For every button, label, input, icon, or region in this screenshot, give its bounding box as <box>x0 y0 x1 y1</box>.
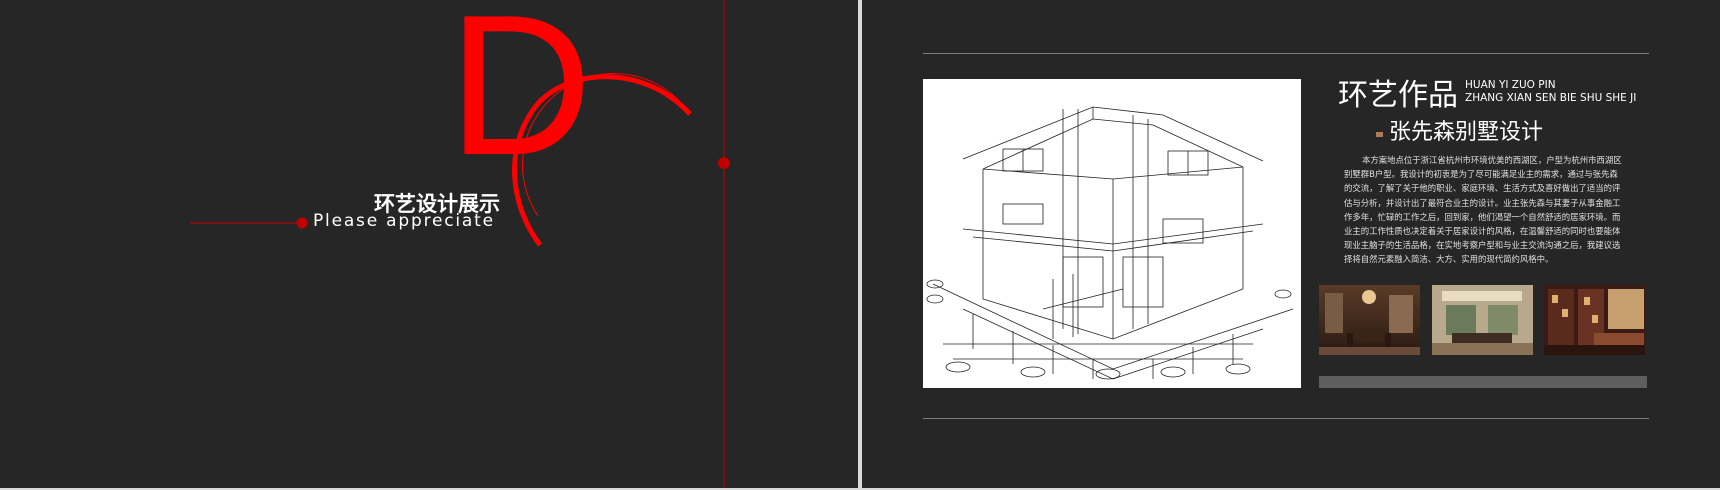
house-wireframe-image <box>923 79 1301 388</box>
thumb-living <box>1432 285 1533 355</box>
works-title-cn: 环艺作品 <box>1338 78 1458 113</box>
project-subtitle: 张先森别墅设计 <box>1389 120 1544 145</box>
caption-bar <box>1319 376 1647 388</box>
red-dot-right <box>718 157 730 169</box>
interior-dining-photo <box>1319 285 1420 355</box>
thumb-dining <box>1319 285 1420 355</box>
interior-cabinet-photo <box>1544 285 1645 355</box>
works-title-en: HUAN YI ZUO PIN ZHANG XIAN SEN BIE SHU S… <box>1465 79 1636 105</box>
works-title-en-line2: ZHANG XIAN SEN BIE SHU SHE JI <box>1465 92 1637 104</box>
slide-title[interactable]: D 环艺设计展示 Please appreciate <box>0 0 858 488</box>
red-arc-outer <box>530 74 692 116</box>
top-divider <box>923 53 1649 54</box>
decor-lines <box>190 0 730 488</box>
slide-title-en: Please appreciate <box>313 211 495 231</box>
project-description: 本方案地点位于浙江省杭州市环境优美的西湖区，户型为杭州市西湖区别墅群B户型。我设… <box>1344 155 1622 265</box>
red-arc-lower <box>512 108 543 247</box>
bottom-divider <box>923 418 1649 419</box>
works-title-en-line1: HUAN YI ZUO PIN <box>1465 79 1556 91</box>
subtitle-bullet <box>1376 132 1383 137</box>
interior-living-photo <box>1432 285 1533 355</box>
red-dot-left <box>296 217 308 229</box>
house-wireframe-illustration <box>926 106 1294 380</box>
thumb-cabinet <box>1544 285 1645 355</box>
